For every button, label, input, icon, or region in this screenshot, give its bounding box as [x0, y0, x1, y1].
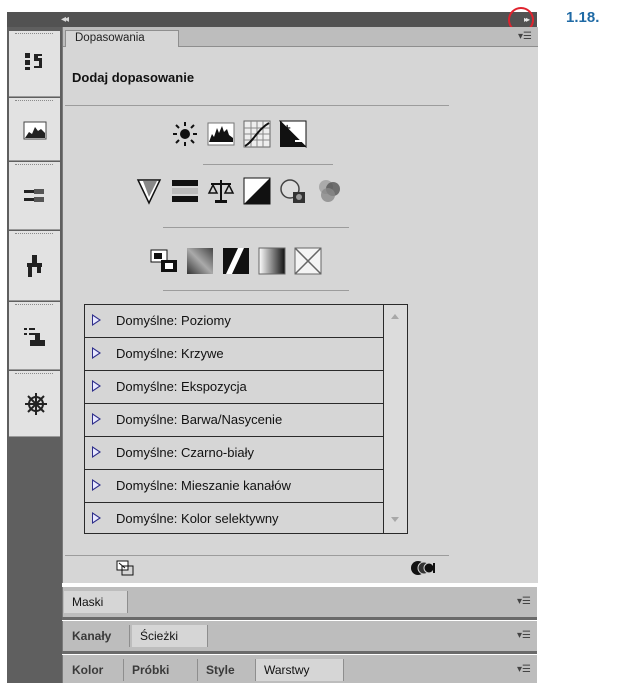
tab-color[interactable]: Kolor — [64, 659, 124, 681]
scroll-down-icon[interactable] — [391, 517, 399, 522]
list-item[interactable]: Domyślne: Krzywe — [85, 338, 385, 371]
photo-filter-icon[interactable] — [279, 177, 307, 205]
color-balance-icon[interactable] — [207, 177, 235, 205]
panel-tabstrip: Dopasowania ▾☰ — [63, 27, 538, 47]
gradient-map-icon[interactable] — [258, 247, 286, 275]
divider — [203, 164, 333, 165]
group-menu-icon[interactable]: ▾☰ — [517, 664, 531, 676]
svg-text:+: + — [283, 123, 291, 134]
group-separator — [62, 651, 537, 654]
list-item[interactable]: Domyślne: Mieszanie kanałów — [85, 470, 385, 503]
list-item[interactable]: Domyślne: Czarno-biały — [85, 437, 385, 470]
presets-list: Domyślne: Poziomy Domyślne: Krzywe Domyś… — [84, 304, 408, 534]
selective-color-icon[interactable] — [294, 247, 322, 275]
tab-channels[interactable]: Kanały — [64, 625, 130, 647]
histogram-icon — [23, 121, 47, 140]
layers-panel-group: Kolor Próbki Style Warstwy ▾☰ — [62, 655, 537, 683]
brush-presets-icon — [24, 189, 44, 202]
levels-icon[interactable] — [207, 120, 235, 148]
hue-saturation-icon[interactable] — [171, 177, 199, 205]
tool-presets-icon — [24, 328, 45, 346]
navigator-icon — [25, 393, 47, 415]
list-item[interactable]: Domyślne: Ekspozycja — [85, 371, 385, 404]
top-bar: ◂◂ ▸▸ — [7, 12, 537, 27]
divider — [65, 555, 449, 556]
adjustment-icons-row-3 — [150, 247, 322, 275]
tab-layers[interactable]: Warstwy — [256, 659, 344, 681]
expand-triangle-icon[interactable] — [92, 446, 101, 458]
posterize-icon[interactable] — [186, 247, 214, 275]
panel-menu-icon[interactable]: ▾☰ — [518, 31, 532, 43]
clone-source-icon — [27, 255, 42, 277]
tab-swatches[interactable]: Próbki — [124, 659, 198, 681]
expand-triangle-icon[interactable] — [92, 347, 101, 359]
expand-triangle-icon[interactable] — [92, 479, 101, 491]
dock-brush-presets-button[interactable] — [9, 162, 60, 230]
list-scrollbar[interactable] — [383, 305, 407, 533]
expand-triangle-icon[interactable] — [92, 314, 101, 326]
expand-triangle-icon[interactable] — [92, 380, 101, 392]
invert-icon[interactable] — [150, 247, 178, 275]
divider — [65, 105, 449, 106]
channels-panel-group: Kanały Ścieżki ▾☰ — [62, 621, 537, 651]
scroll-up-icon[interactable] — [391, 314, 399, 319]
dock-tool-presets-button[interactable] — [9, 302, 60, 370]
adjustments-panel: Dopasowania ▾☰ Dodaj dopasowanie + Domyś… — [62, 27, 538, 583]
group-separator — [62, 617, 537, 620]
list-item[interactable]: Domyślne: Poziomy — [85, 305, 385, 338]
exposure-icon[interactable]: + — [279, 120, 307, 148]
masks-panel-group: Maski ▾☰ — [62, 587, 537, 617]
left-dock — [7, 27, 62, 683]
tab-adjustments[interactable]: Dopasowania — [65, 30, 179, 47]
adjustment-icons-row-1: + — [171, 120, 307, 148]
vibrance-icon[interactable] — [135, 177, 163, 205]
black-white-icon[interactable] — [243, 177, 271, 205]
curves-icon[interactable] — [243, 120, 271, 148]
list-item[interactable]: Domyślne: Kolor selektywny — [85, 503, 385, 536]
dock-histogram-button[interactable] — [9, 98, 60, 161]
collapse-dock-button[interactable]: ◂◂ — [61, 12, 69, 27]
expand-triangle-icon[interactable] — [92, 413, 101, 425]
adjustments-icon — [25, 53, 42, 70]
group-menu-icon[interactable]: ▾☰ — [517, 630, 531, 642]
adjustment-icons-row-2 — [135, 177, 343, 205]
list-item[interactable]: Domyślne: Barwa/Nasycenie — [85, 404, 385, 437]
dock-adjustments-button[interactable] — [9, 31, 60, 97]
dock-navigator-button[interactable] — [9, 371, 60, 437]
brightness-contrast-icon[interactable] — [171, 120, 199, 148]
group-menu-icon[interactable]: ▾☰ — [517, 596, 531, 608]
expand-triangle-icon[interactable] — [92, 512, 101, 524]
dock-clone-source-button[interactable] — [9, 231, 60, 301]
tab-paths[interactable]: Ścieżki — [132, 625, 208, 647]
divider — [163, 227, 349, 228]
panel-title: Dodaj dopasowanie — [72, 70, 195, 85]
clip-to-layer-icon[interactable] — [116, 560, 134, 576]
channel-mixer-icon[interactable] — [315, 177, 343, 205]
tab-masks[interactable]: Maski — [64, 591, 128, 613]
threshold-icon[interactable] — [222, 247, 250, 275]
new-layer-adjustment-icon[interactable] — [410, 560, 438, 576]
tab-styles[interactable]: Style — [198, 659, 256, 681]
step-label: 1.18. — [566, 9, 600, 26]
divider — [163, 290, 349, 291]
